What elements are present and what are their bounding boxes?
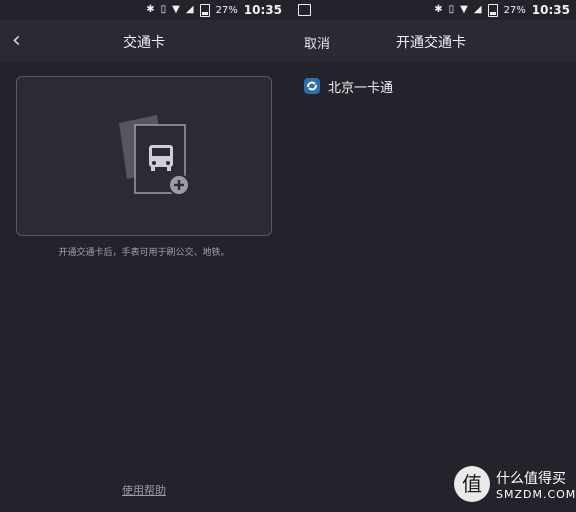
watermark: 值 什么值得买 SMZDM.COM bbox=[454, 466, 576, 502]
battery-icon bbox=[487, 3, 498, 17]
help-link[interactable]: 使用帮助 bbox=[122, 482, 166, 498]
right-screen: ✱ ▯ ▼ ◢ 27% 10:35 取消 开通交通卡 北京一卡通 bbox=[288, 0, 576, 512]
battery-percent: 27% bbox=[503, 4, 526, 16]
header: 取消 开通交通卡 bbox=[288, 20, 576, 62]
page-title: 交通卡 bbox=[123, 35, 165, 51]
status-icons: ✱ ▯ ▼ ◢ 27% 10:35 bbox=[434, 3, 570, 17]
clock: 10:35 bbox=[243, 3, 282, 17]
vibrate-icon: ▯ bbox=[160, 4, 167, 15]
image-icon bbox=[298, 4, 311, 16]
status-icons: ✱ ▯ ▼ ◢ 27% 10:35 bbox=[146, 3, 282, 17]
cancel-button[interactable]: 取消 bbox=[304, 33, 330, 52]
watermark-en: SMZDM.COM bbox=[496, 487, 576, 501]
list-item[interactable]: 北京一卡通 bbox=[304, 76, 393, 96]
battery-percent: 27% bbox=[215, 4, 238, 16]
left-screen: ✱ ▯ ▼ ◢ 27% 10:35 ‹ 交通卡 开通交通卡后，手表可用于刷公交、… bbox=[0, 0, 288, 512]
battery-icon bbox=[199, 3, 210, 17]
wifi-icon: ▼ bbox=[172, 4, 180, 15]
vibrate-icon: ▯ bbox=[448, 4, 455, 15]
hint-text: 开通交通卡后，手表可用于刷公交、地铁。 bbox=[58, 248, 230, 258]
bluetooth-icon: ✱ bbox=[146, 4, 155, 15]
watermark-logo: 值 bbox=[454, 466, 490, 502]
add-transit-card-button[interactable] bbox=[16, 76, 272, 236]
status-bar: ✱ ▯ ▼ ◢ 27% 10:35 bbox=[288, 0, 576, 20]
signal-icon: ◢ bbox=[185, 4, 194, 15]
watermark-text: 什么值得买 SMZDM.COM bbox=[496, 468, 576, 501]
list-item-label: 北京一卡通 bbox=[328, 80, 394, 96]
page-title: 开通交通卡 bbox=[396, 35, 466, 51]
status-bar: ✱ ▯ ▼ ◢ 27% 10:35 bbox=[0, 0, 288, 20]
beijing-card-logo-icon bbox=[304, 78, 320, 94]
wifi-icon: ▼ bbox=[460, 4, 468, 15]
clock: 10:35 bbox=[531, 3, 570, 17]
bus-card-add-icon bbox=[119, 115, 190, 196]
header: ‹ 交通卡 bbox=[0, 20, 288, 62]
bluetooth-icon: ✱ bbox=[434, 4, 443, 15]
signal-icon: ◢ bbox=[473, 4, 482, 15]
watermark-cn: 什么值得买 bbox=[496, 470, 566, 487]
